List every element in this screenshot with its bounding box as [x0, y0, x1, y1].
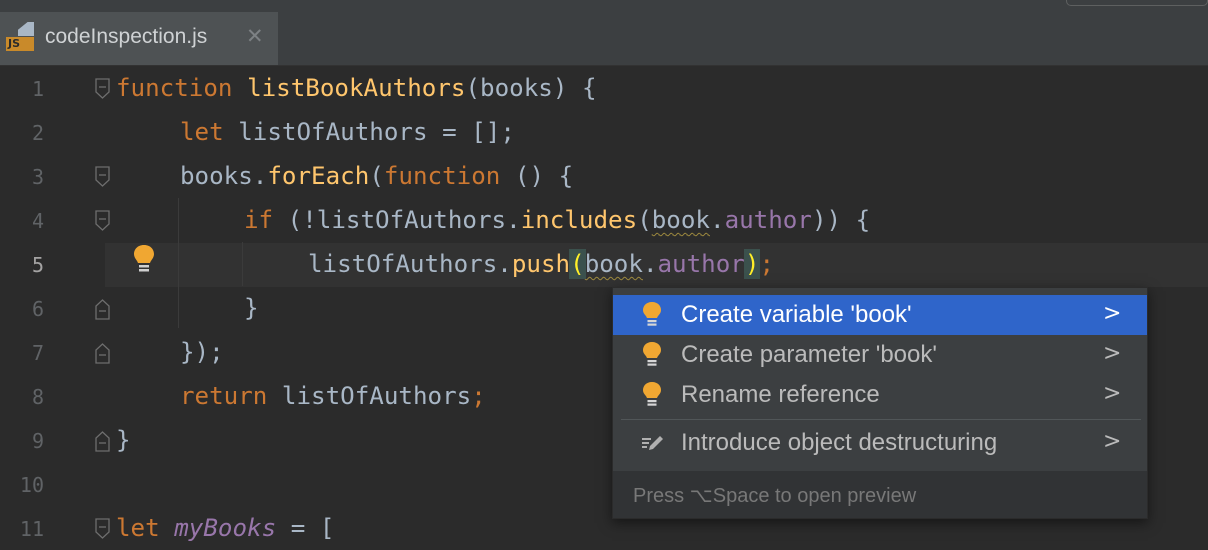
lightbulb-icon	[641, 381, 663, 409]
chevron-right-icon: >	[1103, 301, 1122, 326]
window-top-bar	[0, 0, 1208, 12]
chevron-right-icon: >	[1103, 381, 1122, 406]
line-number-current: 5	[31, 253, 44, 277]
menu-item-create-variable[interactable]: Create variable 'book' >	[613, 295, 1147, 335]
lightbulb-icon	[641, 341, 663, 369]
matched-brace: (	[569, 249, 586, 279]
menu-item-introduce-destructuring[interactable]: Introduce object destructuring >	[613, 423, 1147, 463]
menu-item-create-parameter[interactable]: Create parameter 'book' >	[613, 335, 1147, 375]
lightbulb-icon	[641, 301, 663, 329]
code-line-3: books.forEach(function () {	[180, 162, 574, 190]
code-line-11: let myBooks = [	[116, 514, 335, 542]
tab-title: codeInspection.js	[45, 25, 208, 48]
close-icon[interactable]: ✕	[246, 24, 264, 48]
code-line-5: listOfAuthors.push(book.author);	[308, 249, 774, 279]
line-number: 8	[31, 385, 44, 409]
fold-close-icon[interactable]	[95, 342, 110, 364]
lightbulb-icon[interactable]	[132, 243, 156, 277]
line-number: 7	[31, 341, 44, 365]
unresolved-reference: book	[651, 206, 710, 234]
fold-close-icon[interactable]	[95, 430, 110, 452]
menu-separator	[621, 419, 1141, 420]
top-right-widget[interactable]	[1066, 0, 1208, 6]
code-line-6: }	[244, 294, 259, 322]
fold-open-icon[interactable]	[95, 166, 110, 188]
intention-actions-popup: Create variable 'book' > Create paramete…	[612, 287, 1148, 519]
code-line-4: if (!listOfAuthors.includes(book.author)…	[244, 206, 871, 234]
line-number: 1	[31, 77, 44, 101]
fold-open-icon[interactable]	[95, 210, 110, 232]
popup-footer: Press ⌥Space to open preview	[613, 471, 1147, 518]
code-line-7: });	[180, 338, 224, 366]
line-number: 10	[19, 473, 44, 497]
fold-open-icon[interactable]	[95, 78, 110, 100]
editor-tab-bar: JS codeInspection.js ✕	[0, 12, 1208, 66]
indent-guide	[178, 198, 179, 328]
pencil-icon	[641, 429, 663, 457]
line-number: 9	[31, 429, 44, 453]
matched-brace: )	[743, 249, 761, 279]
fold-open-icon[interactable]	[95, 518, 110, 540]
line-number: 11	[19, 517, 44, 541]
line-number: 2	[31, 121, 44, 145]
chevron-right-icon: >	[1103, 429, 1122, 454]
code-line-9: }	[116, 426, 131, 454]
unresolved-reference: book	[584, 250, 643, 278]
code-line-8: return listOfAuthors;	[180, 382, 486, 410]
menu-item-rename-reference[interactable]: Rename reference >	[613, 375, 1147, 415]
preview-hint: Press ⌥Space to open preview	[633, 485, 917, 507]
indent-guide	[242, 242, 243, 286]
code-line-1: function listBookAuthors(books) {	[116, 74, 597, 102]
line-number: 3	[31, 165, 44, 189]
line-number: 4	[31, 209, 44, 233]
code-line-2: let listOfAuthors = [];	[180, 118, 515, 146]
fold-close-icon[interactable]	[95, 298, 110, 320]
javascript-file-icon: JS	[6, 22, 34, 52]
chevron-right-icon: >	[1103, 341, 1122, 366]
tab-codeinspection-js[interactable]: JS codeInspection.js ✕	[0, 12, 278, 65]
line-number: 6	[31, 297, 44, 321]
